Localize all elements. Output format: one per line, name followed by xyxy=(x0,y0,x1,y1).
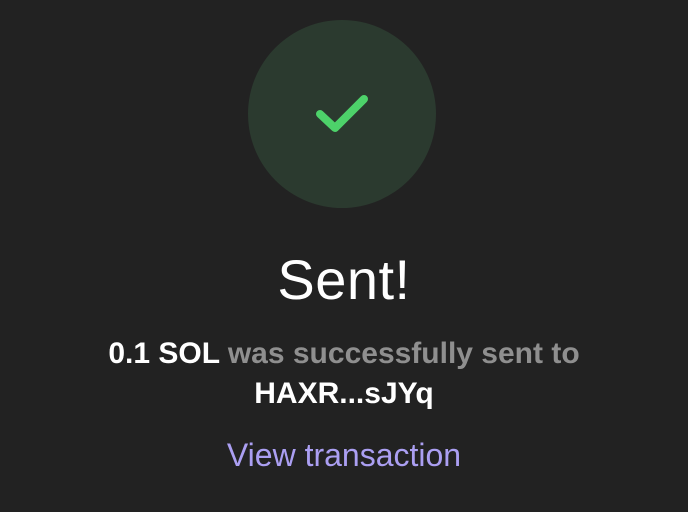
transaction-success-screen: Sent! 0.1 SOL was successfully sent to H… xyxy=(0,0,688,512)
page-title: Sent! xyxy=(277,248,411,311)
checkmark-icon xyxy=(316,95,368,132)
sent-amount: 0.1 SOL xyxy=(108,337,220,370)
success-circle xyxy=(248,20,436,208)
success-text: was successfully sent to xyxy=(219,337,580,370)
success-message: 0.1 SOL was successfully sent to HAXR...… xyxy=(60,334,628,414)
view-transaction-link[interactable]: View transaction xyxy=(0,434,688,476)
recipient-address: HAXR...sJYq xyxy=(254,377,434,410)
